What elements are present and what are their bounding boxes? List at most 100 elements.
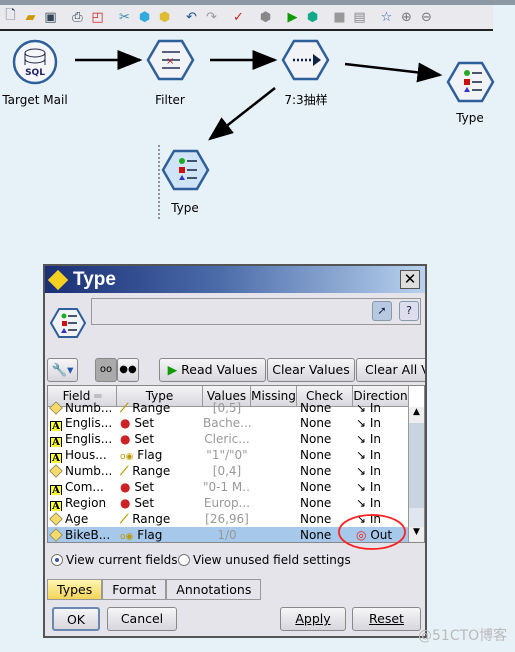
direction-cell[interactable]: ↘ In — [356, 447, 409, 463]
copy-node-icon[interactable]: ⬢ — [136, 9, 153, 26]
palette-icon[interactable]: ▤ — [351, 9, 368, 26]
read-values-button[interactable]: ▶ Read Values — [159, 358, 266, 382]
type-cell[interactable]: ● Set — [120, 415, 203, 431]
check-cell[interactable]: None — [300, 495, 353, 511]
type-cell[interactable]: ● Set — [120, 495, 203, 511]
check-cell[interactable]: None — [300, 415, 353, 431]
field-cell[interactable]: Age — [48, 511, 117, 527]
missing-cell[interactable] — [251, 447, 297, 463]
cancel-button[interactable]: Cancel — [107, 607, 177, 631]
type-cell[interactable]: o◉ Flag — [120, 447, 203, 463]
scroll-up-button[interactable]: ▲ — [409, 407, 424, 423]
favorite-icon[interactable]: ☆ — [378, 9, 395, 26]
radio-view-unused[interactable]: View unused field settings — [178, 553, 351, 567]
check-cell[interactable]: None — [300, 463, 353, 479]
table-row[interactable]: Numb... ⟋ Range [0,5] None ↘ In — [48, 400, 408, 416]
open-folder-icon[interactable]: ▰ — [22, 9, 39, 26]
direction-cell[interactable]: ↘ In — [356, 400, 409, 416]
tab-types[interactable]: Types — [47, 579, 103, 600]
tab-format[interactable]: Format — [102, 579, 167, 600]
field-cell[interactable]: A Region — [48, 495, 117, 511]
radio-button[interactable] — [178, 554, 190, 566]
check-cell[interactable]: None — [300, 400, 353, 416]
values-cell[interactable]: Europ... — [203, 495, 251, 511]
table-row[interactable]: A Com... ● Set "0-1 M... None ↘ In — [48, 479, 408, 495]
type-cell[interactable]: ⟋ Range — [120, 400, 203, 416]
view-values-toggle[interactable]: oo — [95, 358, 117, 382]
paste-icon[interactable]: ⬢ — [156, 9, 173, 26]
apply-button[interactable]: Apply — [280, 607, 346, 631]
values-cell[interactable]: Cleric... — [203, 431, 251, 447]
clear-values-button[interactable]: Clear Values — [267, 358, 355, 382]
type-cell[interactable]: o◉ Flag — [120, 527, 203, 542]
print-icon[interactable]: ⎙ — [69, 9, 86, 26]
ok-button[interactable]: OK — [52, 607, 100, 631]
check-icon[interactable]: ✓ — [230, 9, 247, 26]
field-cell[interactable]: Numb... — [48, 463, 117, 479]
missing-cell[interactable] — [251, 400, 297, 416]
direction-cell[interactable]: ↘ In — [356, 431, 409, 447]
values-cell[interactable]: "0-1 M... — [203, 479, 251, 495]
radio-button[interactable] — [51, 554, 63, 566]
values-cell[interactable]: [0,5] — [203, 400, 251, 416]
values-cell[interactable]: [26,96] — [203, 511, 251, 527]
table-row[interactable]: A Hous... o◉ Flag "1"/"0" None ↘ In — [48, 447, 408, 463]
missing-cell[interactable] — [251, 527, 297, 542]
field-cell[interactable]: A Hous... — [48, 447, 117, 463]
table-row[interactable]: A Englis... ● Set Cleric... None ↘ In — [48, 431, 408, 447]
table-scrollbar[interactable]: ▲ ▼ — [408, 407, 424, 542]
clear-all-values-button[interactable]: Clear All Va — [356, 358, 425, 382]
check-cell[interactable]: None — [300, 447, 353, 463]
table-row[interactable]: A Region ● Set Europ... None ↘ In — [48, 495, 408, 511]
scroll-down-button[interactable]: ▼ — [409, 527, 424, 542]
missing-cell[interactable] — [251, 495, 297, 511]
missing-cell[interactable] — [251, 431, 297, 447]
type-cell[interactable]: ⟋ Range — [120, 463, 203, 479]
new-file-icon[interactable]: 🗋 — [2, 8, 19, 26]
preview-button[interactable]: ➚ — [372, 301, 392, 321]
type-cell[interactable]: ● Set — [120, 431, 203, 447]
run-selection-icon[interactable]: ⬢ — [304, 9, 321, 26]
help-button[interactable]: ? — [399, 301, 419, 321]
type-cell[interactable]: ⟋ Range — [120, 511, 203, 527]
zoom-in-icon[interactable]: ⊕ — [398, 9, 415, 26]
table-row[interactable]: Numb... ⟋ Range [0,4] None ↘ In — [48, 463, 408, 479]
missing-cell[interactable] — [251, 463, 297, 479]
missing-cell[interactable] — [251, 511, 297, 527]
direction-cell[interactable]: ↘ In — [356, 415, 409, 431]
save-icon[interactable]: ▣ — [42, 9, 59, 26]
stop-icon[interactable]: ■ — [331, 9, 348, 26]
direction-cell[interactable]: ↘ In — [356, 479, 409, 495]
field-cell[interactable]: Numb... — [48, 400, 117, 416]
missing-cell[interactable] — [251, 415, 297, 431]
values-cell[interactable]: 1/0 — [203, 527, 251, 542]
view-types-toggle[interactable]: ●● — [117, 358, 139, 382]
dialog-titlebar[interactable]: Type — [45, 266, 425, 293]
direction-cell[interactable]: ↘ In — [356, 495, 409, 511]
check-cell[interactable]: None — [300, 479, 353, 495]
field-cell[interactable]: A Com... — [48, 479, 117, 495]
type-cell[interactable]: ● Set — [120, 479, 203, 495]
values-cell[interactable]: "1"/"0" — [203, 447, 251, 463]
values-cell[interactable]: [0,4] — [203, 463, 251, 479]
scroll-thumb[interactable] — [409, 423, 424, 508]
zoom-out-icon[interactable]: ⊖ — [418, 9, 435, 26]
redo-icon[interactable]: ↷ — [203, 9, 220, 26]
radio-view-current[interactable]: View current fields — [51, 553, 178, 567]
values-cell[interactable]: Bache... — [203, 415, 251, 431]
table-row[interactable]: A Englis... ● Set Bache... None ↘ In — [48, 415, 408, 431]
reset-button[interactable]: Reset — [352, 607, 421, 631]
undo-icon[interactable]: ↶ — [183, 9, 200, 26]
field-cell[interactable]: A Englis... — [48, 415, 117, 431]
field-cell[interactable]: A Englis... — [48, 431, 117, 447]
run-icon[interactable]: ▶ — [284, 9, 301, 26]
sql-icon[interactable]: ⬢ — [257, 9, 274, 26]
check-cell[interactable]: None — [300, 431, 353, 447]
windows-icon[interactable]: ◰ — [89, 9, 106, 26]
missing-cell[interactable] — [251, 479, 297, 495]
tools-menu-button[interactable]: 🔧▾ — [47, 358, 78, 382]
field-cell[interactable]: BikeB... — [48, 527, 117, 542]
close-button[interactable]: ✕ — [400, 270, 420, 289]
cut-icon[interactable]: ✂ — [116, 9, 133, 26]
direction-cell[interactable]: ↘ In — [356, 463, 409, 479]
